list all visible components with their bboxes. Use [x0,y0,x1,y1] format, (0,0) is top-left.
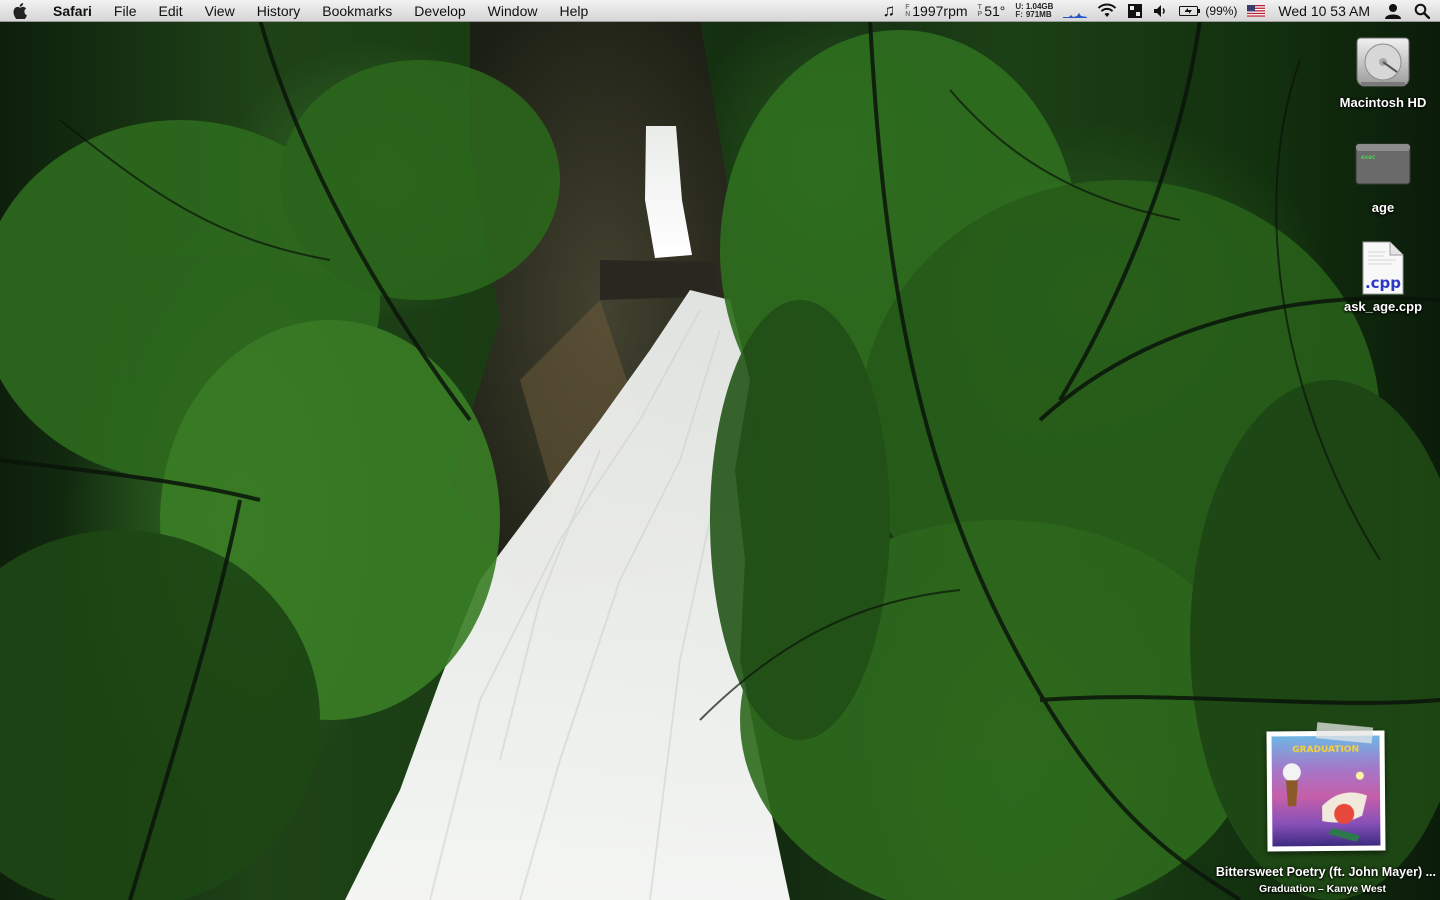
wifi-icon [1098,3,1117,17]
menu-develop[interactable]: Develop [403,0,476,22]
us-flag-icon [1247,4,1266,17]
user-silhouette-icon [1385,3,1401,19]
menu-bar: Safari File Edit View History Bookmarks … [0,0,1440,22]
menubar-clock[interactable]: Wed 10 53 AM [1270,0,1380,22]
volume-icon [1154,4,1166,17]
menu-edit[interactable]: Edit [147,0,193,22]
menu-view[interactable]: View [194,0,246,22]
graduation-cover-art: GRADUATION [1282,745,1368,842]
desktop-icon-ask-age-cpp[interactable]: .cpp ask_age.cpp [1328,240,1438,314]
menu-file[interactable]: File [103,0,148,22]
memory-extra[interactable]: U: F: 1.04GB 971MB [1010,0,1058,22]
track-title: Bittersweet Poetry (ft. John Mayer) ... [1215,865,1436,879]
battery-extra[interactable]: (99%) [1174,0,1242,22]
memory-labels: U: F: [1015,2,1023,19]
temperature-extra[interactable]: T P 51° [973,0,1011,22]
desktop-icon-label: Macintosh HD [1339,95,1427,110]
cpp-extension-text: .cpp [1365,274,1401,292]
bluetooth-extra[interactable] [1122,0,1148,22]
fan-label-top: F [905,3,910,11]
fast-user-switch[interactable] [1380,0,1406,22]
fan-label: F N [905,4,910,18]
battery-icon [1179,5,1201,16]
itunes-menu-extra[interactable]: ♫ [877,0,900,22]
music-note-icon: ♫ [882,0,896,20]
network-graph-extra[interactable] [1058,0,1092,22]
wifi-extra[interactable] [1092,0,1122,22]
menu-app-safari[interactable]: Safari [40,0,103,22]
cpp-file-icon: .cpp [1362,241,1404,295]
input-menu-extra[interactable] [1242,0,1270,22]
now-playing-widget[interactable]: GRADUATION Bittersweet Poetry (ft. John … [1200,722,1440,900]
volume-extra[interactable] [1148,0,1174,22]
desktop-icon-macintosh-hd[interactable]: Macintosh HD [1328,32,1438,110]
fan-speed-value: 1997rpm [912,2,968,19]
network-activity-icon [1063,12,1088,18]
fan-speed-extra[interactable]: F N 1997rpm [900,0,972,22]
spaces-icon [1128,3,1143,18]
menu-bookmarks[interactable]: Bookmarks [311,0,403,22]
menu-help[interactable]: Help [548,0,599,22]
temp-label-bottom: P [977,10,983,18]
menu-history[interactable]: History [246,0,312,22]
mem-free-value: 971MB [1025,9,1052,19]
unix-executable-icon: exec [1355,143,1411,185]
spotlight-search-icon [1414,3,1430,19]
temp-label-top: T [977,3,982,11]
exec-badge-text: exec [1361,154,1376,161]
hard-drive-icon [1356,37,1410,87]
cover-title: GRADUATION [1292,745,1359,756]
desktop-icon-age[interactable]: exec age [1328,142,1438,215]
temperature-value: 51° [984,2,1006,19]
battery-percent: (99%) [1205,3,1238,18]
fan-label-bottom: N [905,10,911,18]
desktop-icon-label: ask_age.cpp [1343,299,1423,314]
spotlight-button[interactable] [1406,0,1440,22]
menu-window[interactable]: Window [477,0,549,22]
album-artist: Graduation – Kanye West [1258,883,1386,895]
desktop-icon-label: age [1371,200,1395,215]
mem-free-label: F: [1015,9,1023,19]
memory-values: 1.04GB 971MB [1025,2,1054,19]
album-art: GRADUATION [1271,735,1381,847]
temp-label: T P [978,4,983,18]
album-cover[interactable]: GRADUATION [1266,722,1386,852]
apple-menu-icon[interactable] [0,0,40,22]
